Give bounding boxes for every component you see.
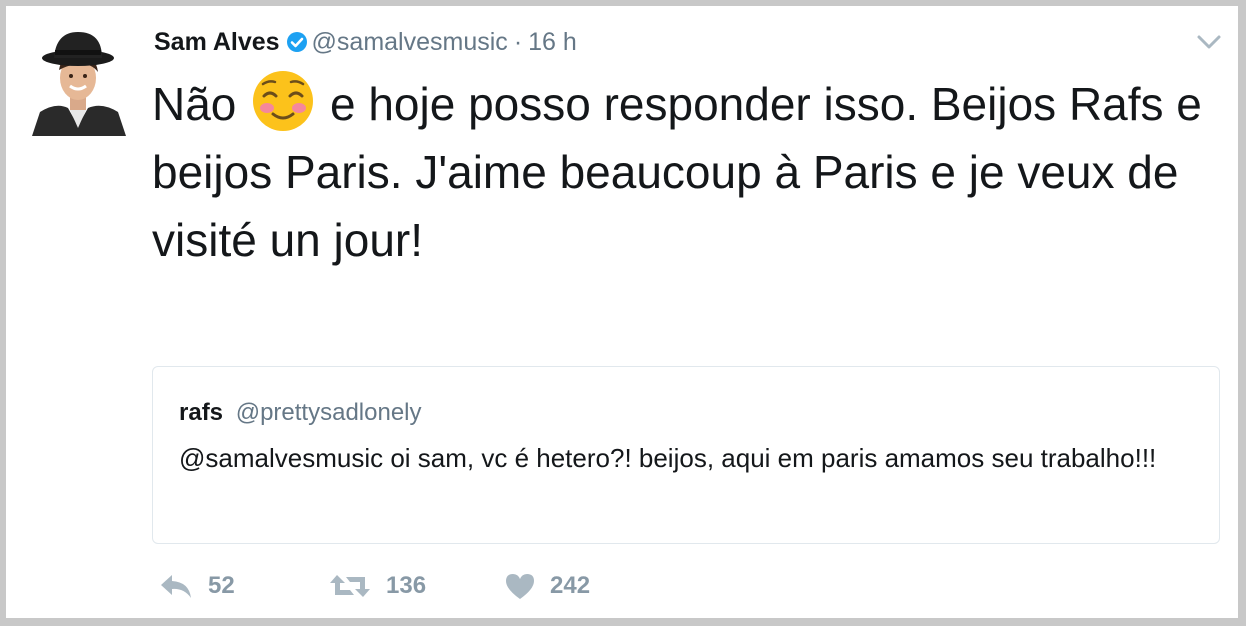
- reply-icon: [158, 571, 194, 601]
- tweet-text: Não e hoje posso responder isso. Beijos …: [152, 70, 1212, 274]
- retweet-icon: [328, 571, 372, 601]
- heart-icon: [504, 571, 536, 601]
- quoted-author-handle: @prettysadlonely: [235, 399, 422, 426]
- tweet-text-start: Não: [152, 78, 237, 130]
- author-handle[interactable]: @samalvesmusic: [312, 28, 508, 56]
- like-button[interactable]: 242: [504, 566, 590, 606]
- verified-badge-icon: [286, 27, 308, 63]
- reply-button[interactable]: 52: [158, 566, 235, 606]
- quoted-tweet-header: rafs @prettysadlonely: [179, 397, 422, 429]
- tweet-card: Sam Alves @samalvesmusic · 16 h Não e hoje …: [6, 6, 1238, 618]
- author-name[interactable]: Sam Alves: [154, 28, 280, 56]
- smiling-face-with-blush-emoji-icon: [249, 70, 317, 132]
- reply-count: 52: [208, 572, 235, 599]
- retweet-count: 136: [386, 572, 427, 599]
- retweet-button[interactable]: 136: [328, 566, 426, 606]
- quoted-author-name: rafs: [179, 399, 224, 426]
- avatar[interactable]: [26, 28, 130, 136]
- like-count: 242: [550, 572, 591, 599]
- chevron-down-icon[interactable]: [1196, 32, 1222, 52]
- separator-dot: ·: [513, 28, 523, 56]
- tweet-header: Sam Alves @samalvesmusic · 16 h: [154, 24, 577, 63]
- quoted-tweet-text: @samalvesmusic oi sam, vc é hetero?! bei…: [179, 443, 1157, 473]
- timestamp[interactable]: 16 h: [528, 28, 577, 56]
- quoted-tweet[interactable]: rafs @prettysadlonely @samalvesmusic oi …: [152, 366, 1220, 544]
